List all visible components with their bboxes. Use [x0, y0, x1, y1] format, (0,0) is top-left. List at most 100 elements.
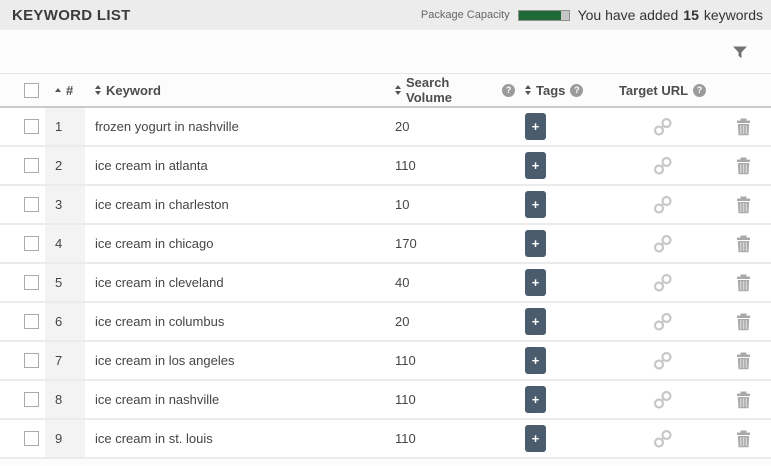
chain-link-icon: [652, 351, 674, 371]
add-tag-button[interactable]: +: [525, 425, 546, 452]
header-target-url: Target URL ?: [610, 74, 715, 106]
row-checkbox[interactable]: [24, 392, 39, 407]
delete-keyword-button[interactable]: [735, 196, 752, 214]
target-url-link-button[interactable]: [652, 234, 674, 254]
table-row: 8 ice cream in nashville 110 +: [0, 381, 771, 420]
header-search-volume[interactable]: Search Volume ?: [390, 74, 515, 106]
target-url-link-button[interactable]: [652, 351, 674, 371]
add-tag-button[interactable]: +: [525, 308, 546, 335]
row-number: 9: [45, 420, 85, 457]
tags-help-icon[interactable]: ?: [570, 84, 583, 97]
search-volume-value: 170: [390, 225, 515, 262]
chain-link-icon: [652, 273, 674, 293]
add-tag-button[interactable]: +: [525, 347, 546, 374]
package-capacity-label: Package Capacity: [421, 9, 510, 21]
add-tag-button[interactable]: +: [525, 113, 546, 140]
add-tag-button[interactable]: +: [525, 230, 546, 257]
keyword-text: frozen yogurt in nashville: [85, 108, 390, 145]
table-row: 6 ice cream in columbus 20 +: [0, 303, 771, 342]
sort-icon: [95, 85, 101, 95]
delete-cell: [715, 381, 771, 418]
target-url-cell: [610, 225, 715, 262]
row-checkbox-cell: [0, 147, 45, 184]
delete-cell: [715, 420, 771, 457]
table-row: 1 frozen yogurt in nashville 20 +: [0, 108, 771, 147]
chain-link-icon: [652, 429, 674, 449]
tags-cell: +: [515, 381, 610, 418]
trash-icon: [735, 196, 752, 214]
target-url-link-button[interactable]: [652, 117, 674, 137]
target-url-link-button[interactable]: [652, 273, 674, 293]
delete-keyword-button[interactable]: [735, 235, 752, 253]
add-tag-button[interactable]: +: [525, 152, 546, 179]
delete-keyword-button[interactable]: [735, 118, 752, 136]
target-url-cell: [610, 186, 715, 223]
search-volume-value: 110: [390, 147, 515, 184]
row-checkbox[interactable]: [24, 158, 39, 173]
keyword-text: ice cream in columbus: [85, 303, 390, 340]
tags-cell: +: [515, 342, 610, 379]
delete-keyword-button[interactable]: [735, 274, 752, 292]
trash-icon: [735, 157, 752, 175]
add-tag-button[interactable]: +: [525, 269, 546, 296]
keyword-text: ice cream in st. louis: [85, 420, 390, 457]
select-all-checkbox[interactable]: [24, 83, 39, 98]
target-url-cell: [610, 108, 715, 145]
search-volume-value: 40: [390, 264, 515, 301]
page-title: KEYWORD LIST: [12, 7, 131, 24]
chain-link-icon: [652, 390, 674, 410]
package-capacity-bar: [518, 10, 570, 21]
target-url-link-button[interactable]: [652, 312, 674, 332]
search-volume-help-icon[interactable]: ?: [502, 84, 515, 97]
target-url-cell: [610, 420, 715, 457]
trash-icon: [735, 274, 752, 292]
top-bar: KEYWORD LIST Package Capacity You have a…: [0, 0, 771, 30]
delete-cell: [715, 264, 771, 301]
row-checkbox[interactable]: [24, 353, 39, 368]
target-url-link-button[interactable]: [652, 156, 674, 176]
target-url-link-button[interactable]: [652, 429, 674, 449]
filter-button[interactable]: [731, 43, 749, 61]
row-checkbox[interactable]: [24, 431, 39, 446]
target-url-cell: [610, 303, 715, 340]
table-header-row: # Keyword Search Volume ? Tags ? Target …: [0, 74, 771, 108]
table-row: 5 ice cream in cleveland 40 +: [0, 264, 771, 303]
row-checkbox-cell: [0, 264, 45, 301]
table-toolbar: [0, 30, 771, 74]
delete-keyword-button[interactable]: [735, 313, 752, 331]
add-tag-button[interactable]: +: [525, 191, 546, 218]
row-checkbox[interactable]: [24, 314, 39, 329]
chain-link-icon: [652, 195, 674, 215]
target-url-link-button[interactable]: [652, 390, 674, 410]
row-checkbox[interactable]: [24, 236, 39, 251]
row-number: 8: [45, 381, 85, 418]
target-url-link-button[interactable]: [652, 195, 674, 215]
header-tags[interactable]: Tags ?: [515, 74, 610, 106]
delete-keyword-button[interactable]: [735, 391, 752, 409]
delete-keyword-button[interactable]: [735, 352, 752, 370]
row-checkbox[interactable]: [24, 197, 39, 212]
add-tag-button[interactable]: +: [525, 386, 546, 413]
row-checkbox[interactable]: [24, 119, 39, 134]
delete-keyword-button[interactable]: [735, 157, 752, 175]
delete-cell: [715, 186, 771, 223]
row-number: 6: [45, 303, 85, 340]
table-row: 9 ice cream in st. louis 110 +: [0, 420, 771, 459]
row-checkbox[interactable]: [24, 275, 39, 290]
trash-icon: [735, 235, 752, 253]
keyword-text: ice cream in atlanta: [85, 147, 390, 184]
row-number: 4: [45, 225, 85, 262]
header-num[interactable]: #: [45, 74, 85, 106]
row-number: 3: [45, 186, 85, 223]
delete-keyword-button[interactable]: [735, 430, 752, 448]
target-url-help-icon[interactable]: ?: [693, 84, 706, 97]
row-number: 1: [45, 108, 85, 145]
search-volume-value: 110: [390, 420, 515, 457]
row-checkbox-cell: [0, 381, 45, 418]
table-body: 1 frozen yogurt in nashville 20 +: [0, 108, 771, 459]
table-row: 4 ice cream in chicago 170 +: [0, 225, 771, 264]
keyword-text: ice cream in chicago: [85, 225, 390, 262]
sort-icon: [395, 85, 401, 95]
keywords-added-count: 15: [683, 7, 699, 23]
header-keyword[interactable]: Keyword: [85, 74, 390, 106]
